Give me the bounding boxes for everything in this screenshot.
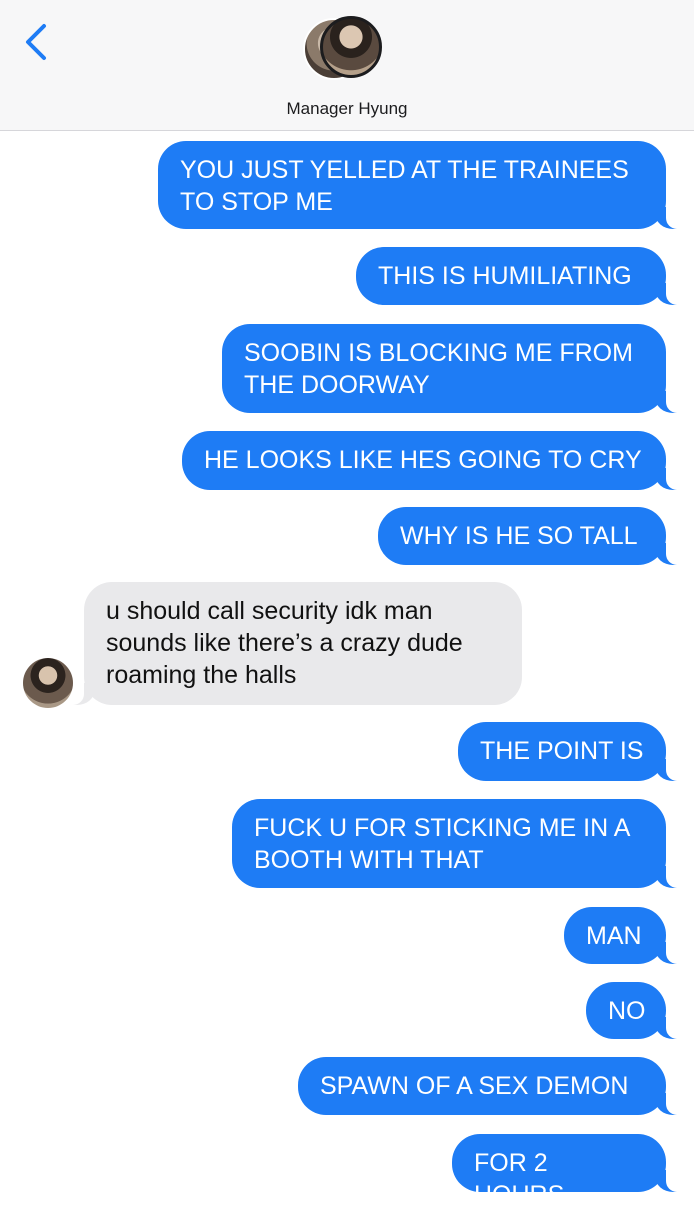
outgoing-message[interactable]: NO xyxy=(586,982,677,1039)
bubble-tail xyxy=(655,207,677,229)
bubble-tail xyxy=(655,942,677,964)
bubble-tail xyxy=(655,468,677,490)
message-text: THIS IS HUMILIATING xyxy=(378,262,632,290)
message-text: MAN xyxy=(586,922,642,950)
outgoing-message[interactable]: SPAWN OF A SEX DEMON xyxy=(298,1057,677,1115)
outgoing-message[interactable]: THIS IS HUMILIATING xyxy=(356,247,677,305)
outgoing-message[interactable]: THE POINT IS xyxy=(458,722,677,781)
bubble-tail xyxy=(655,1017,677,1039)
message-text: WHY IS HE SO TALL xyxy=(400,522,638,550)
incoming-message[interactable]: u should call security idk man sounds li… xyxy=(73,582,522,705)
contact-name[interactable]: Manager Hyung xyxy=(0,99,694,119)
bubble-tail xyxy=(655,283,677,305)
bubble-tail xyxy=(73,683,95,705)
outgoing-message[interactable]: HE LOOKS LIKE HES GOING TO CRY xyxy=(182,431,677,490)
bubble-tail xyxy=(655,1093,677,1115)
outgoing-message[interactable]: FOR 2 HOURS xyxy=(452,1134,677,1209)
outgoing-message[interactable]: YOU JUST YELLED AT THE TRAINEES TO STOP … xyxy=(158,141,677,229)
bubble-tail xyxy=(655,391,677,413)
avatar xyxy=(320,16,382,78)
message-text: FUCK U FOR STICKING ME IN A BOOTH WITH T… xyxy=(254,814,631,874)
message-text: THE POINT IS xyxy=(480,737,644,765)
bubble-tail xyxy=(655,543,677,565)
message-text: NO xyxy=(608,997,646,1025)
outgoing-message[interactable]: FUCK U FOR STICKING ME IN A BOOTH WITH T… xyxy=(232,799,677,888)
outgoing-message[interactable]: MAN xyxy=(564,907,677,964)
contact-avatar-group[interactable] xyxy=(303,16,393,88)
bubble-tail xyxy=(655,866,677,888)
conversation-header: Manager Hyung xyxy=(0,0,694,131)
message-text: YOU JUST YELLED AT THE TRAINEES TO STOP … xyxy=(180,156,629,216)
bubble-tail xyxy=(655,759,677,781)
message-text: SOOBIN IS BLOCKING ME FROM THE DOORWAY xyxy=(244,339,633,399)
outgoing-message[interactable]: WHY IS HE SO TALL xyxy=(378,507,677,565)
message-text: SPAWN OF A SEX DEMON xyxy=(320,1072,629,1100)
outgoing-message[interactable]: SOOBIN IS BLOCKING ME FROM THE DOORWAY xyxy=(222,324,677,413)
message-text: u should call security idk man sounds li… xyxy=(106,597,463,689)
message-text: HE LOOKS LIKE HES GOING TO CRY xyxy=(204,446,642,474)
avatar[interactable] xyxy=(23,658,73,708)
message-text: FOR 2 HOURS xyxy=(474,1149,565,1209)
chevron-left-icon[interactable] xyxy=(22,22,56,62)
bubble-tail xyxy=(655,1170,677,1192)
